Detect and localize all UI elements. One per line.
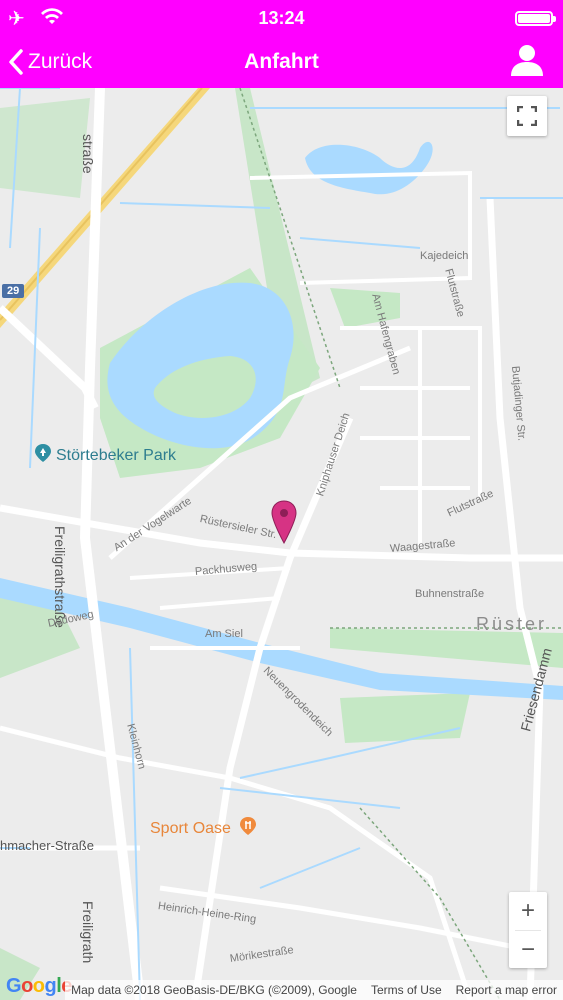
report-error-link[interactable]: Report a map error <box>456 983 557 997</box>
street-label: straße <box>80 134 96 174</box>
poi-sport-label: Sport Oase <box>150 820 231 837</box>
map-view[interactable]: 29 straße Freiligrathstraße Freiligrath … <box>0 88 563 1000</box>
street-label: hmacher-Straße <box>0 838 94 853</box>
navigation-bar: Zurück Anfahrt <box>0 36 563 88</box>
chevron-left-icon <box>9 49 23 75</box>
status-bar: ✈ 13:24 <box>0 0 563 36</box>
poi-park[interactable]: Störtebeker Park <box>34 443 176 465</box>
street-label: Freiligrath <box>80 901 96 964</box>
street-label: Am Siel <box>205 628 243 640</box>
zoom-out-button[interactable]: − <box>509 931 547 969</box>
fullscreen-button[interactable] <box>507 96 547 136</box>
google-logo: Google <box>6 975 72 997</box>
map-attribution: Google Map data ©2018 GeoBasis-DE/BKG (©… <box>0 975 563 1000</box>
zoom-in-button[interactable]: + <box>509 892 547 930</box>
back-label: Zurück <box>28 50 93 73</box>
poi-sport[interactable]: Sport Oase <box>150 816 257 838</box>
attribution-text: Map data ©2018 GeoBasis-DE/BKG (©2009), … <box>71 983 357 997</box>
zoom-control: + − <box>509 892 547 968</box>
attribution-bar: Map data ©2018 GeoBasis-DE/BKG (©2009), … <box>65 980 563 1000</box>
fullscreen-icon <box>517 106 537 126</box>
area-label: Rüster <box>476 614 548 634</box>
street-label: Freiligrathstraße <box>52 526 68 628</box>
status-time: 13:24 <box>258 8 305 28</box>
location-pin-icon[interactable] <box>269 499 299 545</box>
user-icon[interactable] <box>509 42 545 78</box>
terms-link[interactable]: Terms of Use <box>371 983 442 997</box>
street-label: Buhnenstraße <box>415 588 485 600</box>
park-pin-icon <box>35 444 51 462</box>
street-label: Kajedeich <box>420 250 469 262</box>
sport-pin-icon <box>240 817 257 835</box>
battery-icon <box>515 11 556 26</box>
poi-park-label: Störtebeker Park <box>56 447 177 464</box>
route-badge: 29 <box>2 284 25 298</box>
back-button[interactable]: Zurück <box>8 42 92 82</box>
